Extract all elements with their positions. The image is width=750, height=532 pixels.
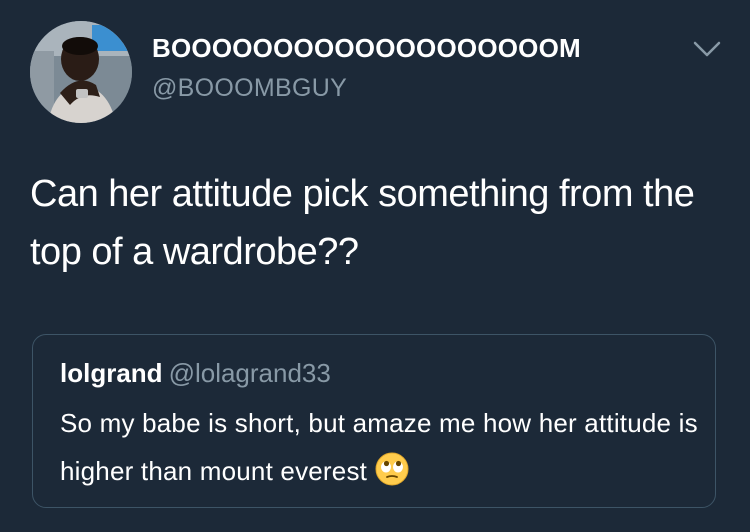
quoted-tweet-header: lolgrand @lolagrand33	[60, 358, 331, 389]
chevron-down-icon[interactable]	[692, 39, 722, 59]
quoted-tweet-text-block: So my babe is short, but amaze me how he…	[60, 399, 700, 495]
quoted-tweet-card[interactable]: lolgrand @lolagrand33 So my babe is short…	[32, 334, 716, 508]
avatar[interactable]	[30, 21, 132, 123]
user-handle[interactable]: @BOOOMBGUY	[152, 74, 347, 103]
tweet: BOOOOOOOOOOOOOOOOOOOM @BOOOMBGUY Can her…	[0, 0, 750, 532]
quoted-user-handle: @lolagrand33	[168, 358, 331, 388]
display-name[interactable]: BOOOOOOOOOOOOOOOOOOOM	[152, 33, 581, 64]
rolling-eyes-emoji-icon	[375, 452, 409, 486]
quoted-display-name: lolgrand	[60, 358, 163, 388]
tweet-text: Can her attitude pick something from the…	[30, 173, 695, 273]
